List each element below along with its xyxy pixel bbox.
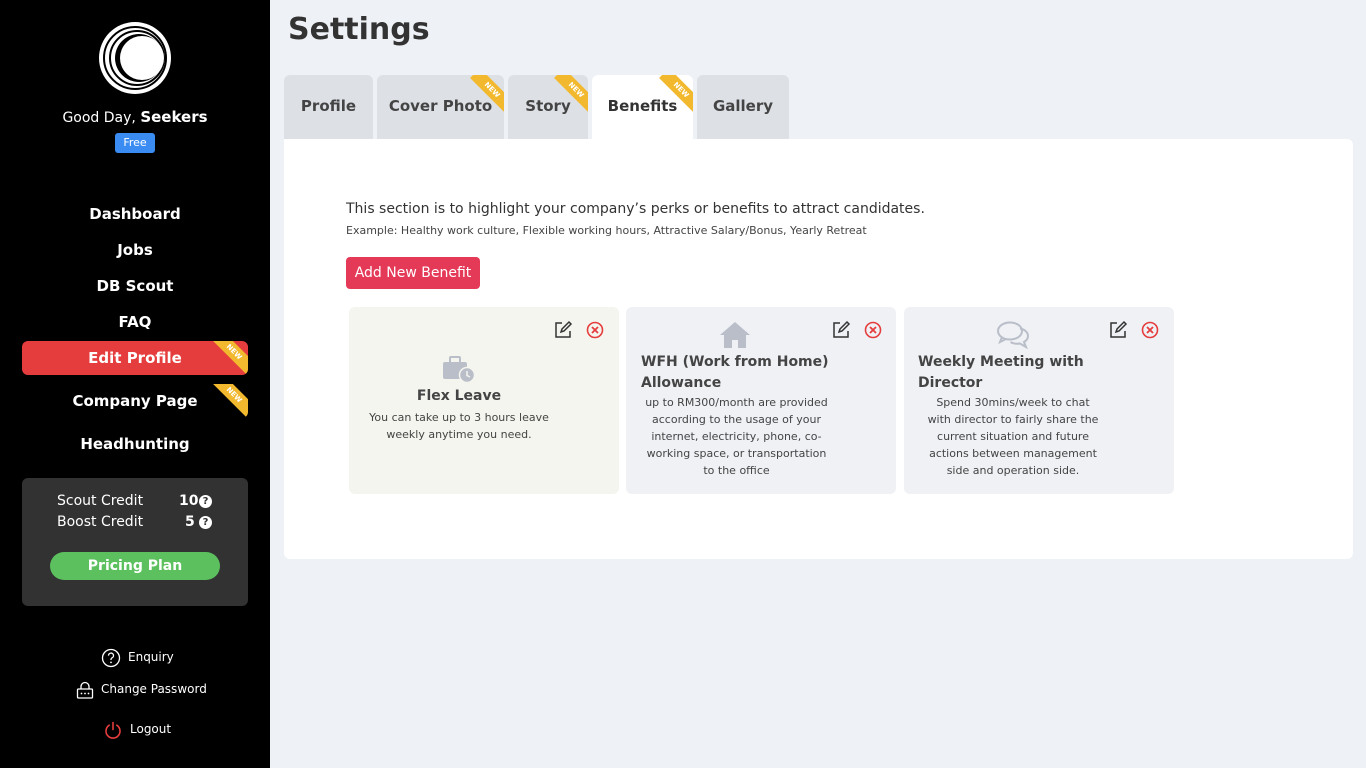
tab-story[interactable]: Story NEW xyxy=(508,75,588,139)
tab-benefits[interactable]: Benefits NEW xyxy=(592,75,693,139)
nav-label: FAQ xyxy=(118,313,152,331)
nav-label: Jobs xyxy=(117,241,153,259)
company-logo xyxy=(99,22,171,94)
section-example: Example: Healthy work culture, Flexible … xyxy=(346,224,867,237)
tab-label: Cover Photo xyxy=(388,97,493,115)
greeting-prefix: Good Day, xyxy=(62,110,141,126)
tab-label: Story xyxy=(525,97,571,115)
edit-icon[interactable] xyxy=(1108,320,1128,340)
tab-label: Gallery xyxy=(712,97,774,115)
nav-label: Company Page xyxy=(72,392,198,410)
nav-company-page[interactable]: Company Page NEW xyxy=(22,384,248,418)
new-badge: NEW xyxy=(212,384,248,417)
credit-label: Boost Credit xyxy=(57,514,144,530)
benefit-card: WFH (Work from Home) Allowance up to RM3… xyxy=(626,307,896,494)
change-password-link[interactable]: Change Password xyxy=(0,678,270,702)
lock-icon xyxy=(76,681,94,699)
benefit-description: You can take up to 3 hours leave weekly … xyxy=(369,411,549,441)
page-title: Settings xyxy=(288,12,430,47)
benefit-card: Weekly Meeting with Director Spend 30min… xyxy=(904,307,1174,494)
add-new-benefit-button[interactable]: Add New Benefit xyxy=(346,257,480,289)
enquiry-link[interactable]: Enquiry xyxy=(0,646,270,670)
sidebar: Good Day, Seekers Free Dashboard Jobs DB… xyxy=(0,0,270,768)
tab-cover-photo[interactable]: Cover Photo NEW xyxy=(377,75,504,139)
nav-headhunting[interactable]: Headhunting xyxy=(22,427,248,461)
briefcase-clock-icon xyxy=(443,356,475,384)
nav-edit-profile[interactable]: Edit Profile NEW xyxy=(22,341,248,375)
nav-label: Dashboard xyxy=(89,205,181,223)
greeting: Good Day, Seekers xyxy=(0,108,270,126)
benefit-title: Weekly Meeting with Director xyxy=(918,354,1084,391)
benefit-card: Flex Leave You can take up to 3 hours le… xyxy=(349,307,619,494)
credit-label: Scout Credit xyxy=(57,493,144,509)
credit-value: 10 xyxy=(179,493,199,509)
nav-label: Edit Profile xyxy=(88,349,182,367)
tab-gallery[interactable]: Gallery xyxy=(697,75,789,139)
nav-jobs[interactable]: Jobs xyxy=(22,233,248,267)
house-icon xyxy=(720,322,750,348)
benefit-description: up to RM300/month are provided according… xyxy=(645,396,828,477)
nav-faq[interactable]: FAQ xyxy=(22,305,248,339)
tab-label: Profile xyxy=(300,97,357,115)
nav-db-scout[interactable]: DB Scout xyxy=(22,269,248,303)
credit-value: 5 xyxy=(185,514,195,530)
enquiry-label: Enquiry xyxy=(128,650,174,664)
benefits-panel: This section is to highlight your compan… xyxy=(284,139,1353,559)
section-description: This section is to highlight your compan… xyxy=(346,201,925,217)
benefit-title: WFH (Work from Home) Allowance xyxy=(641,354,829,391)
nav-label: Headhunting xyxy=(80,435,190,453)
delete-icon[interactable] xyxy=(586,321,604,339)
tab-profile[interactable]: Profile xyxy=(284,75,373,139)
chat-bubbles-icon xyxy=(997,321,1030,350)
help-icon[interactable]: ? xyxy=(199,495,212,508)
new-badge: NEW xyxy=(212,341,248,374)
credit-panel: Scout Credit 10 ? Boost Credit 5 ? Prici… xyxy=(22,478,248,606)
question-circle-icon xyxy=(101,648,121,668)
logout-label: Logout xyxy=(130,722,172,736)
help-icon[interactable]: ? xyxy=(199,516,212,529)
logout-link[interactable]: Logout xyxy=(0,718,270,742)
delete-icon[interactable] xyxy=(1141,321,1159,339)
plan-badge: Free xyxy=(115,133,155,153)
change-password-label: Change Password xyxy=(101,682,207,696)
power-icon xyxy=(105,721,121,739)
nav-dashboard[interactable]: Dashboard xyxy=(22,197,248,231)
user-name: Seekers xyxy=(140,108,208,126)
benefit-title: Flex Leave xyxy=(416,388,502,404)
tab-label: Benefits xyxy=(607,97,678,115)
benefit-description: Spend 30mins/week to chat with director … xyxy=(927,396,1099,477)
nav-label: DB Scout xyxy=(96,277,174,295)
edit-icon[interactable] xyxy=(831,320,851,340)
delete-icon[interactable] xyxy=(864,321,882,339)
pricing-plan-button[interactable]: Pricing Plan xyxy=(50,552,220,580)
edit-icon[interactable] xyxy=(553,320,573,340)
